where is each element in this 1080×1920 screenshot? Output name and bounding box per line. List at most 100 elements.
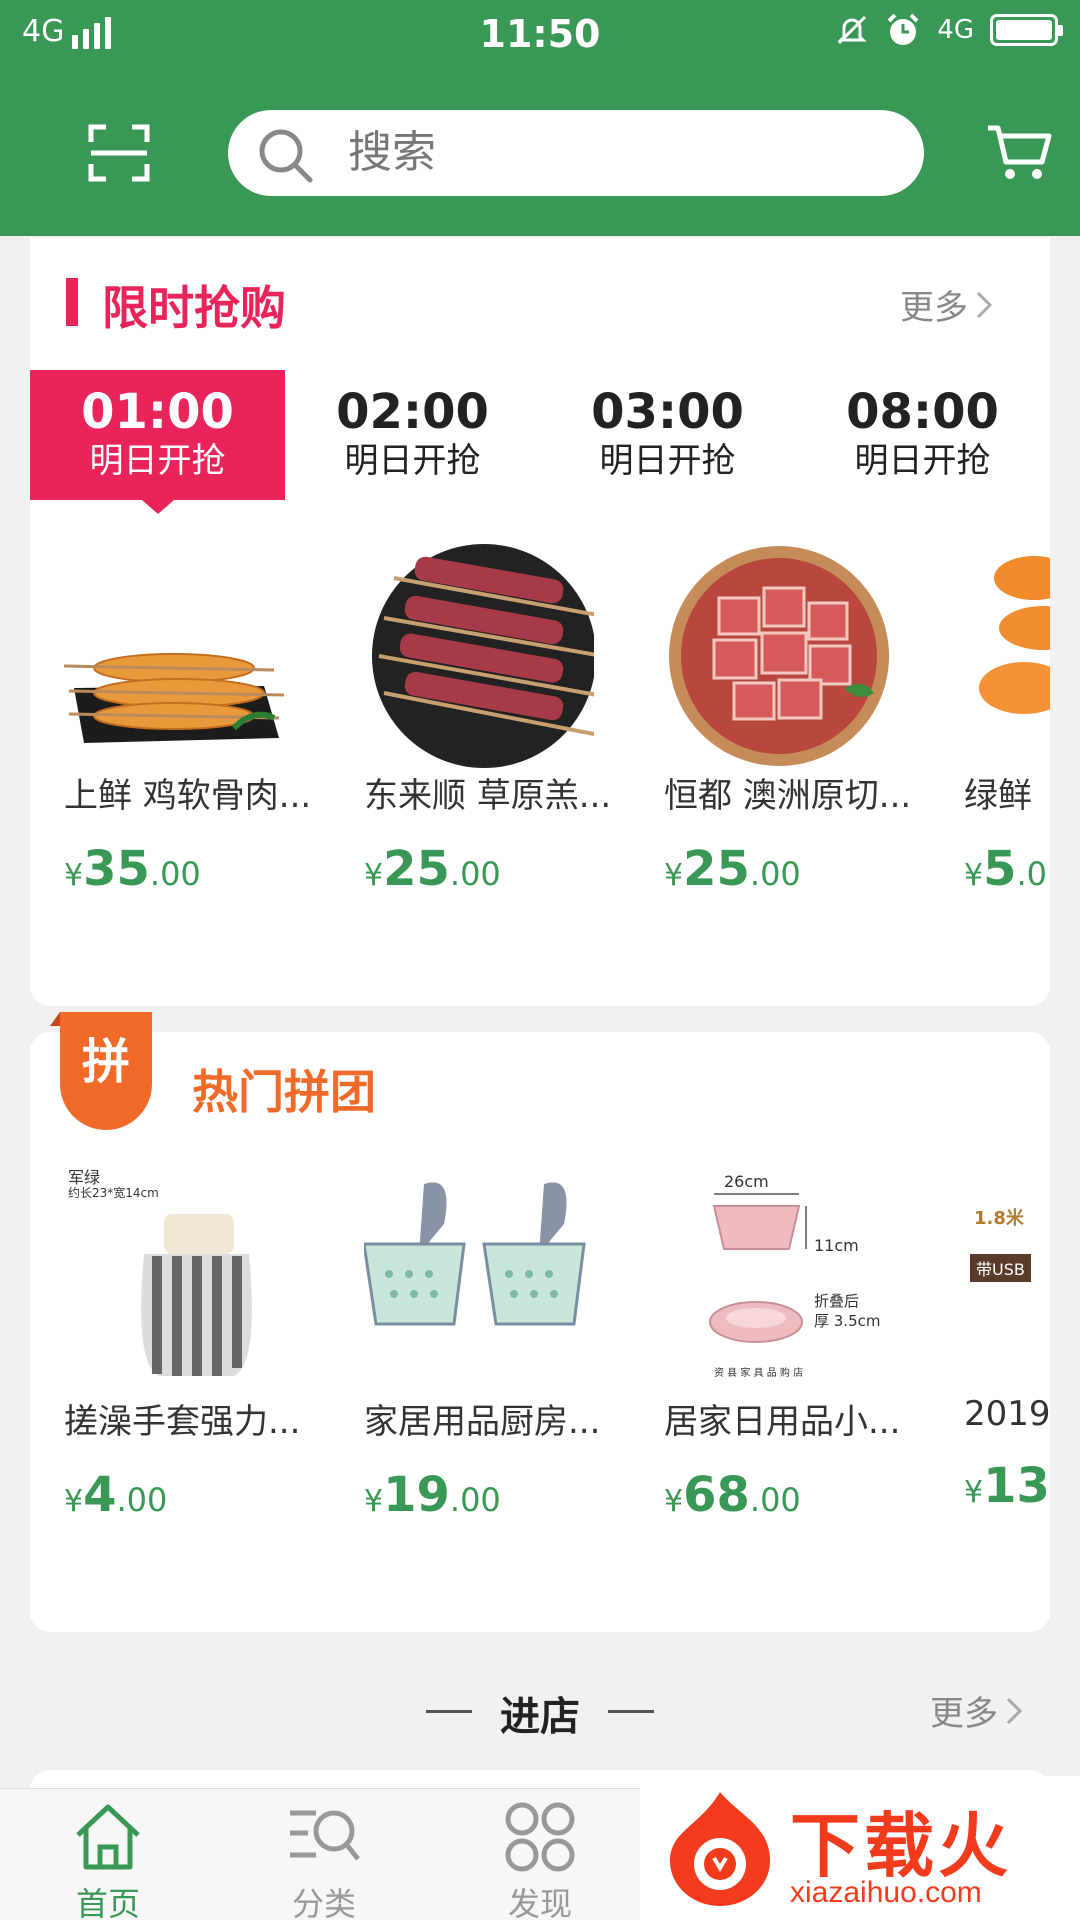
image-caption: 带USB [970,1254,1031,1282]
price-decimal: .00 [116,1481,168,1519]
status-icons: 4G [835,12,1063,48]
scan-icon[interactable] [88,124,150,182]
slot-time: 02:00 [336,384,489,440]
slot-label: 明日开抢 [89,441,226,481]
flash-product-card[interactable]: 东来顺 草原羔... ¥25.00 [364,538,611,897]
title-accent-bar [66,278,78,326]
product-price: ¥25.00 [664,841,894,897]
product-price: ¥25.00 [364,841,594,897]
product-image: 26cm 11cm 折叠后 厚 3.5cm 资 县 家 具 品 购 店 [664,1164,894,1394]
chevron-right-icon [1006,1697,1022,1724]
group-buy-card: 拼 热门拼团 军绿 约长23*宽14cm 搓澡手套强力... ¥4.00 家居用… [30,1012,1050,1632]
image-caption: 资 县 家 具 品 购 店 [714,1368,804,1379]
bell-mute-icon [837,15,867,45]
nav-label: 发现 [507,1885,572,1920]
product-name: 居家日用品小... [664,1402,901,1442]
price-integer: 13 [983,1458,1050,1514]
app-header: 4G 11:50 4G [0,0,1080,236]
flash-product-card[interactable]: 绿鲜 ¥5.0 [964,538,1050,897]
product-price: ¥13 [964,1458,1050,1514]
slot-label: 明日开抢 [599,441,736,481]
chevron-right-icon [976,291,992,318]
image-caption: 约长23*宽14cm [68,1186,159,1200]
price-currency: ¥ [664,1484,684,1519]
price-integer: 25 [383,841,450,897]
watermark-url: xiazaihuo.com [790,1876,982,1909]
price-integer: 35 [83,841,150,897]
nav-category[interactable]: 分类 [254,1799,394,1920]
time-slot-0100[interactable]: 01:00 明日开抢 [30,370,285,514]
group-product-card[interactable]: 军绿 约长23*宽14cm 搓澡手套强力... ¥4.00 [64,1164,300,1523]
product-price: ¥4.00 [64,1467,294,1523]
category-search-icon [290,1810,360,1861]
price-currency: ¥ [364,1484,384,1519]
watermark: 下载火 xiazaihuo.com [640,1776,1080,1920]
image-caption: 厚 3.5cm [814,1312,881,1330]
product-price: ¥68.00 [664,1467,894,1523]
flash-sale-title: 限时抢购 [102,281,286,335]
group-product-card[interactable]: 1.8米 带USB 2019 ¥13 [964,1164,1050,1514]
flash-product-card[interactable]: 恒都 澳洲原切... ¥25.00 [664,538,911,897]
price-currency: ¥ [64,858,84,893]
search-bar[interactable] [228,110,924,196]
price-integer: 25 [683,841,750,897]
product-image [64,538,294,768]
product-image: 军绿 约长23*宽14cm [64,1164,294,1394]
nav-label: 首页 [75,1885,140,1920]
product-price: ¥19.00 [364,1467,594,1523]
price-currency: ¥ [964,1475,984,1510]
price-currency: ¥ [64,1484,84,1519]
store-more-link[interactable]: 更多 [930,1686,1022,1735]
price-currency: ¥ [664,858,684,893]
image-caption: 11cm [814,1236,859,1255]
time-slot-0200[interactable]: 02:00 明日开抢 [285,370,540,500]
nav-home[interactable]: 首页 [38,1799,178,1920]
store-section-title: 进店 [500,1694,580,1740]
alarm-icon [887,13,919,45]
flash-sale-more-link[interactable]: 更多 [900,280,992,329]
image-caption: 1.8米 [974,1208,1024,1229]
image-caption: 26cm [724,1172,769,1191]
flash-sale-card: 限时抢购 更多 01:00 明日开抢 02:00 明日开抢 03:00 明日开抢… [30,238,1050,1006]
time-slot-0800[interactable]: 08:00 明日开抢 [795,370,1050,500]
nav-label: 分类 [291,1885,356,1920]
price-integer: 68 [683,1467,750,1523]
nav-discover[interactable]: 发现 [470,1799,610,1920]
product-name: 2019 [964,1394,1050,1434]
price-integer: 4 [83,1467,117,1523]
slot-label: 明日开抢 [854,441,991,481]
battery-icon [990,14,1063,46]
discover-icon [505,1802,575,1872]
group-product-card[interactable]: 26cm 11cm 折叠后 厚 3.5cm 资 县 家 具 品 购 店 居家日用… [664,1164,900,1523]
home-icon [76,1804,140,1870]
search-input[interactable] [348,110,888,196]
group-product-card[interactable]: 家居用品厨房... ¥19.00 [364,1164,600,1523]
time-slot-0300[interactable]: 03:00 明日开抢 [540,370,795,500]
price-decimal: .00 [149,855,201,893]
slot-time: 08:00 [846,384,999,440]
cart-icon[interactable] [986,122,1052,182]
fire-logo-icon [670,1792,770,1906]
price-integer: 19 [383,1467,450,1523]
slot-time: 03:00 [591,384,744,440]
product-name: 搓澡手套强力... [64,1402,301,1442]
group-product-list: 军绿 约长23*宽14cm 搓澡手套强力... ¥4.00 家居用品厨房... … [30,1032,1050,1632]
store-section-header: 进店 更多 [0,1680,1080,1740]
product-name: 恒都 澳洲原切... [664,776,912,816]
product-image [964,538,1050,768]
slot-label: 明日开抢 [344,441,481,481]
product-image [664,538,894,768]
product-image [364,1164,594,1394]
price-currency: ¥ [964,858,984,893]
divider [608,1710,654,1713]
product-image: 1.8米 带USB [964,1164,1050,1394]
product-name: 上鲜 鸡软骨肉... [64,776,312,816]
image-caption: 折叠后 [814,1292,860,1310]
network-type-right: 4G [937,15,974,45]
flash-product-card[interactable]: 上鲜 鸡软骨肉... ¥35.00 [64,538,311,897]
product-name: 家居用品厨房... [364,1402,601,1442]
more-label: 更多 [930,1694,998,1734]
slot-time: 01:00 [81,384,234,440]
price-decimal: .00 [749,855,801,893]
more-label: 更多 [900,288,968,328]
